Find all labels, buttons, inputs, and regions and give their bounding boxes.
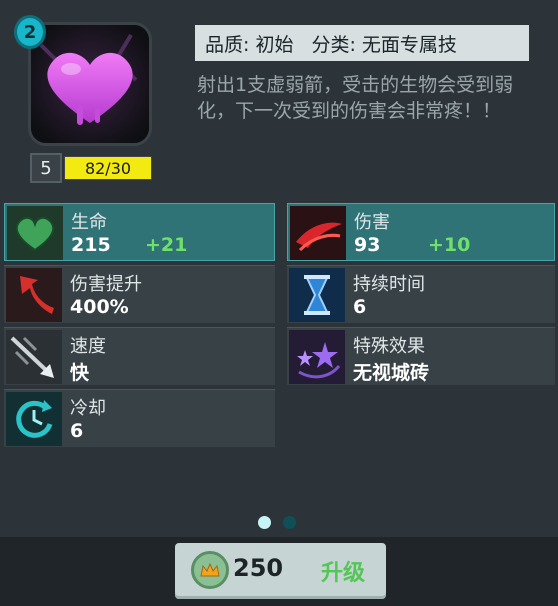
upgrade-cost: 250 (233, 554, 284, 582)
skill-level-badge: 2 (14, 15, 46, 49)
upgrade-label: 升级 (321, 561, 366, 586)
stat-value: 6 (70, 420, 84, 442)
skill-icon-frame (28, 22, 152, 146)
stat-value: 215 (71, 234, 111, 256)
stat-name: 伤害 (354, 212, 390, 233)
xp-progress-bar: 82/30 (64, 156, 152, 180)
stat-name: 生命 (71, 212, 107, 233)
hourglass-icon (289, 268, 345, 322)
green-heart-icon (7, 206, 63, 260)
crown-icon (200, 562, 220, 577)
stat-value: 快 (70, 362, 90, 384)
arrow-speed-icon (6, 330, 62, 384)
purple-stars-icon (289, 330, 345, 384)
stat-value: 93 (354, 234, 381, 256)
stat-name: 特殊效果 (353, 336, 425, 357)
cooldown-clock-icon (6, 392, 62, 446)
upgrade-button[interactable]: 250 升级 (175, 543, 386, 599)
stat-special-effect: 特殊效果 无视城砖 (287, 327, 555, 385)
skill-meta: 品质: 初始 分类: 无面专属技 (195, 25, 529, 61)
red-slash-icon (290, 206, 346, 260)
heart-drip-icon (31, 25, 149, 143)
stat-bonus: +10 (428, 234, 471, 256)
skill-description: 射出1支虚弱箭，受击的生物会受到弱化，下一次受到的伤害会非常疼！！ (197, 74, 514, 122)
card-level: 5 (30, 153, 62, 183)
quality-label: 品质: 初始 (205, 33, 294, 56)
xp-progress-text: 82/30 (84, 158, 132, 178)
stat-value: 6 (353, 296, 367, 318)
stat-damage: 伤害 93 +10 (287, 203, 555, 261)
stat-value: 400% (70, 296, 129, 318)
stat-speed: 速度 快 (4, 327, 275, 385)
skill-detail-panel: 2 5 82/30 品质: 初始 分类: 无面专属技 射出1支虚弱箭，受击的生物… (0, 0, 558, 606)
stat-name: 冷却 (70, 398, 106, 419)
page-dot-2[interactable] (283, 516, 296, 529)
page-indicator (258, 516, 296, 529)
stat-damage-boost: 伤害提升 400% (4, 265, 275, 323)
stat-name: 伤害提升 (70, 274, 142, 295)
red-arrow-up-icon (6, 268, 62, 322)
stat-value: 无视城砖 (353, 362, 430, 384)
category-label: 分类: 无面专属技 (311, 33, 457, 56)
stat-cooldown: 冷却 6 (4, 389, 275, 447)
page-dot-1[interactable] (258, 516, 271, 529)
stat-bonus: +21 (145, 234, 188, 256)
stat-name: 持续时间 (353, 274, 425, 295)
gold-coin-icon (191, 551, 229, 589)
stat-name: 速度 (70, 336, 106, 357)
stat-duration: 持续时间 6 (287, 265, 555, 323)
stat-health: 生命 215 +21 (4, 203, 275, 261)
